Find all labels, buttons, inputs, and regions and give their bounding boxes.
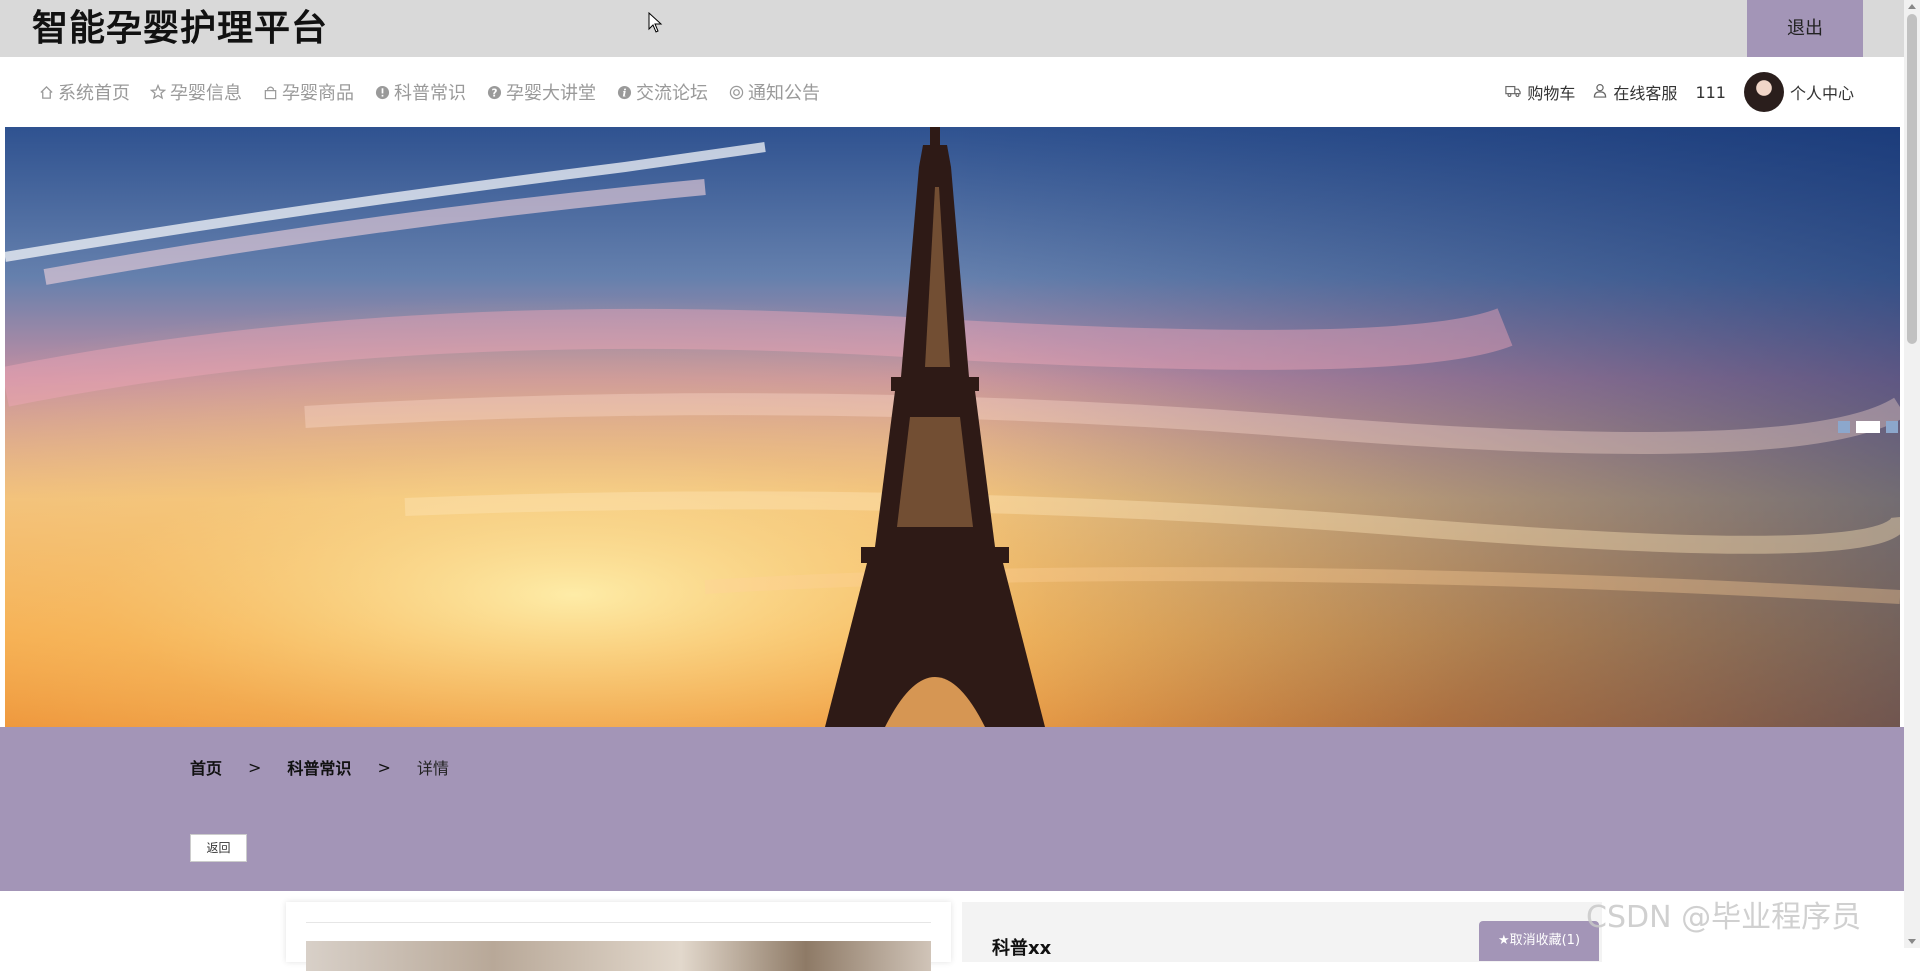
breadcrumb-section: 首页 > 科普常识 > 详情 返回 — [0, 727, 1904, 891]
profile-link[interactable]: 个人中心 — [1743, 72, 1854, 112]
nav-item-forum[interactable]: i 交流论坛 — [616, 79, 708, 105]
scroll-thumb[interactable] — [1907, 14, 1917, 344]
nav-menu: 系统首页 孕婴信息 孕婴商品 科普常识 ? 孕婴大讲堂 i 交流论坛 通知公告 — [38, 57, 820, 127]
avatar — [1743, 72, 1784, 112]
detail-info-panel: 科普xx ★取消收藏(1) — [962, 902, 1602, 962]
detail-image-frame — [306, 922, 931, 971]
main-nav: 系统首页 孕婴信息 孕婴商品 科普常识 ? 孕婴大讲堂 i 交流论坛 通知公告 … — [0, 57, 1904, 127]
nav-item-label: 孕婴大讲堂 — [506, 83, 596, 104]
bag-icon — [262, 84, 278, 100]
carousel-indicators — [1838, 421, 1898, 433]
banner-carousel — [5, 127, 1900, 727]
cart-label: 购物车 — [1527, 84, 1576, 103]
star-icon — [150, 84, 166, 100]
nav-item-label: 孕婴商品 — [282, 83, 354, 104]
breadcrumb-current: 详情 — [416, 759, 449, 778]
logout-button[interactable]: 退出 — [1747, 0, 1863, 57]
nav-item-home[interactable]: 系统首页 — [38, 79, 130, 105]
nav-item-products[interactable]: 孕婴商品 — [262, 79, 354, 105]
carousel-dot-3[interactable] — [1886, 421, 1898, 433]
nav-item-maternal-info[interactable]: 孕婴信息 — [150, 79, 242, 105]
carousel-dot-2[interactable] — [1856, 421, 1880, 433]
nav-item-science[interactable]: 科普常识 — [374, 79, 466, 105]
nav-item-label: 孕婴信息 — [170, 83, 242, 104]
svg-text:i: i — [622, 87, 626, 99]
nav-item-label: 系统首页 — [58, 83, 130, 104]
nav-item-label: 交流论坛 — [636, 83, 708, 104]
scroll-up-icon[interactable] — [1908, 4, 1916, 9]
detail-image-card — [286, 902, 951, 971]
top-bar: 智能孕婴护理平台 退出 — [0, 0, 1904, 57]
online-service-label: 在线客服 — [1613, 84, 1678, 103]
back-button[interactable]: 返回 — [190, 834, 247, 862]
svg-text:?: ? — [491, 87, 497, 99]
online-service-link[interactable]: 在线客服 — [1593, 80, 1677, 104]
banner-image — [5, 127, 1900, 727]
mouse-cursor-icon — [648, 12, 663, 33]
user-icon — [1593, 83, 1607, 102]
unfavorite-button[interactable]: ★取消收藏(1) — [1479, 921, 1599, 961]
breadcrumb-separator: > — [377, 757, 391, 777]
nav-item-lectures[interactable]: ? 孕婴大讲堂 — [486, 79, 596, 105]
detail-title: 科普xx — [992, 938, 1052, 959]
profile-label: 个人中心 — [1789, 84, 1854, 103]
home-icon — [38, 84, 54, 100]
nav-item-label: 通知公告 — [748, 83, 820, 104]
info-italic-icon: i — [616, 84, 632, 100]
carousel-dot-1[interactable] — [1838, 421, 1850, 433]
breadcrumb: 首页 > 科普常识 > 详情 — [190, 755, 449, 779]
page-scrollbar[interactable] — [1904, 0, 1920, 948]
question-circle-icon: ? — [486, 84, 502, 100]
site-title: 智能孕婴护理平台 — [32, 8, 329, 49]
cart-link[interactable]: 购物车 — [1505, 80, 1575, 104]
nav-item-label: 科普常识 — [394, 83, 466, 104]
info-circle-icon — [374, 84, 390, 100]
circle-icon — [728, 84, 744, 100]
nav-user-area: 购物车 在线客服 111 个人中心 — [1505, 57, 1854, 127]
detail-image — [306, 941, 931, 971]
truck-icon — [1505, 83, 1522, 102]
breadcrumb-category[interactable]: 科普常识 — [287, 755, 351, 779]
scroll-down-icon[interactable] — [1908, 939, 1916, 944]
username-label: 111 — [1695, 82, 1726, 102]
breadcrumb-separator: > — [248, 757, 262, 777]
nav-item-notices[interactable]: 通知公告 — [728, 79, 820, 105]
watermark: CSDN @毕业程序员 — [1586, 900, 1862, 935]
breadcrumb-home[interactable]: 首页 — [190, 755, 222, 779]
